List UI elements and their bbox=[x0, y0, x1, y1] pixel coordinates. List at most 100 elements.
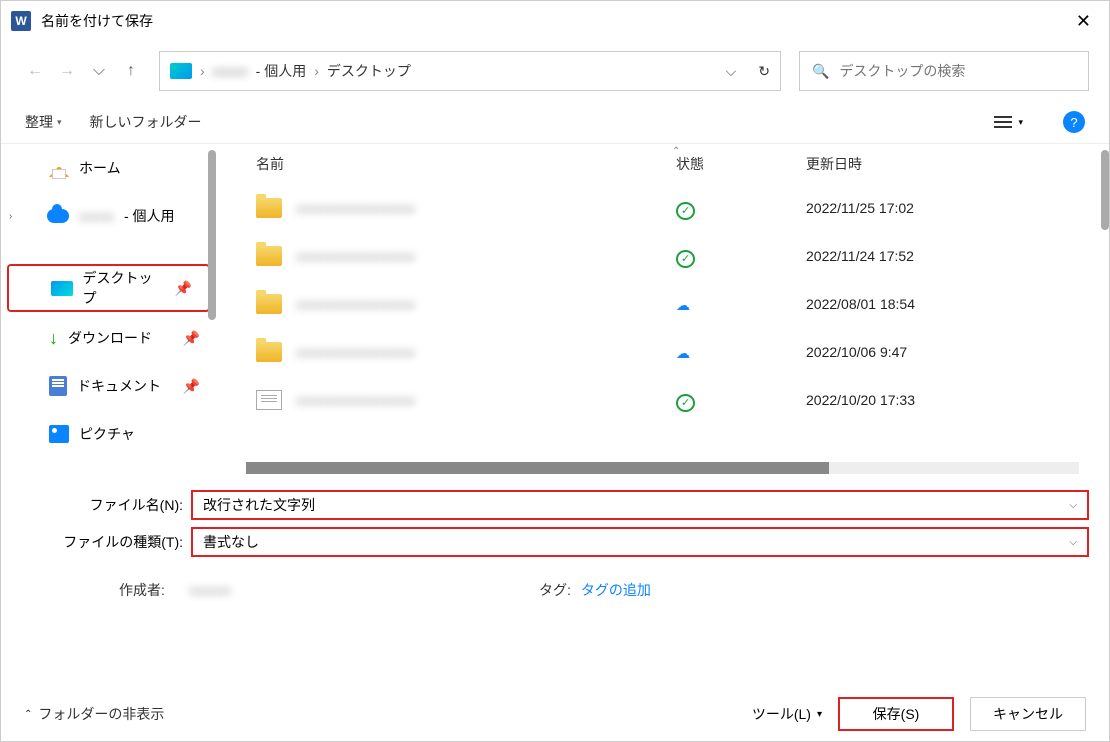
cancel-button[interactable]: キャンセル bbox=[970, 697, 1086, 731]
search-input[interactable] bbox=[839, 63, 1076, 79]
word-app-icon: W bbox=[11, 11, 31, 31]
sidebar-item-label: ドキュメント bbox=[77, 376, 161, 396]
search-icon: 🔍 bbox=[812, 63, 829, 80]
title-bar: W 名前を付けて保存 ✕ bbox=[1, 1, 1109, 41]
filetype-dropdown-icon[interactable]: ⌵ bbox=[1069, 537, 1077, 548]
search-box[interactable]: 🔍 bbox=[799, 51, 1089, 91]
back-button[interactable]: ← bbox=[21, 57, 49, 85]
filetype-select-wrap: 書式なし ⌵ bbox=[191, 527, 1089, 557]
file-date: 2022/10/20 17:33 bbox=[806, 392, 1109, 408]
meta-row: 作成者: xxxxxx タグ: タグの追加 bbox=[1, 572, 1109, 608]
address-dropdown-icon[interactable]: ⌵ bbox=[726, 63, 737, 80]
table-row[interactable]: xxxxxxxxxxxxxxxxx☁2022/10/06 9:47 bbox=[216, 328, 1109, 376]
list-view-icon bbox=[994, 116, 1012, 128]
folder-icon bbox=[256, 294, 282, 314]
expand-chevron-icon[interactable]: › bbox=[9, 211, 12, 222]
column-headers: 名前 状態 更新日時 bbox=[216, 144, 1109, 184]
horizontal-scrollbar[interactable] bbox=[246, 462, 1079, 474]
desktop-icon bbox=[51, 281, 73, 296]
dialog-title: 名前を付けて保存 bbox=[41, 11, 153, 31]
folder-icon bbox=[256, 246, 282, 266]
filename-input[interactable] bbox=[203, 497, 1069, 513]
filename-input-wrap: ⌵ bbox=[191, 490, 1089, 520]
header-state[interactable]: 状態 bbox=[676, 154, 806, 174]
sidebar-item-desktop[interactable]: デスクトップ 📌 bbox=[7, 264, 210, 312]
recent-chevron-icon[interactable]: ⌵ bbox=[85, 57, 113, 85]
state-cell: ✓ bbox=[676, 246, 806, 267]
document-icon bbox=[49, 376, 67, 396]
sidebar-item-home[interactable]: ホーム bbox=[1, 144, 216, 192]
sidebar: ホーム › xxxxx - 個人用 デスクトップ 📌 ↓ ダウンロード 📌 ドキ… bbox=[1, 144, 216, 474]
nav-row: ← → ⌵ ↑ › xxxxx - 個人用 › デスクトップ ⌵ ↻ 🔍 bbox=[1, 41, 1109, 101]
address-bar[interactable]: › xxxxx - 個人用 › デスクトップ ⌵ ↻ bbox=[159, 51, 781, 91]
refresh-icon[interactable]: ↻ bbox=[758, 63, 770, 80]
file-name: xxxxxxxxxxxxxxxxx bbox=[296, 248, 676, 264]
view-mode-button[interactable]: ▾ bbox=[994, 116, 1023, 128]
header-modified[interactable]: 更新日時 bbox=[806, 154, 1109, 174]
file-icon bbox=[256, 390, 282, 410]
file-date: 2022/10/06 9:47 bbox=[806, 344, 1109, 360]
state-cell: ✓ bbox=[676, 390, 806, 411]
toolbar: 整理▾ 新しいフォルダー ▾ ? bbox=[1, 101, 1109, 144]
sidebar-scrollbar[interactable] bbox=[208, 150, 216, 320]
vertical-scrollbar[interactable] bbox=[1101, 150, 1109, 230]
tools-dropdown[interactable]: ツール(L)▾ bbox=[752, 704, 822, 724]
pin-icon[interactable]: 📌 bbox=[183, 330, 200, 347]
footer: ⌃フォルダーの非表示 ツール(L)▾ 保存(S) キャンセル bbox=[0, 686, 1110, 742]
file-date: 2022/08/01 18:54 bbox=[806, 296, 1109, 312]
sidebar-item-pictures[interactable]: ピクチャ bbox=[1, 410, 216, 458]
tag-label: タグ: bbox=[539, 580, 571, 600]
breadcrumb-user-suffix[interactable]: - 個人用 bbox=[256, 61, 307, 81]
pin-icon[interactable]: 📌 bbox=[175, 280, 192, 297]
synced-icon: ✓ bbox=[676, 394, 695, 412]
sidebar-onedrive-user: xxxxx bbox=[79, 208, 114, 224]
file-date: 2022/11/25 17:02 bbox=[806, 200, 1109, 216]
save-button[interactable]: 保存(S) bbox=[838, 697, 954, 731]
state-cell: ☁ bbox=[676, 342, 806, 363]
pc-icon bbox=[170, 63, 192, 79]
sidebar-item-downloads[interactable]: ↓ ダウンロード 📌 bbox=[1, 314, 216, 362]
download-icon: ↓ bbox=[49, 328, 58, 349]
sidebar-item-onedrive[interactable]: › xxxxx - 個人用 bbox=[1, 192, 216, 240]
file-date: 2022/11/24 17:52 bbox=[806, 248, 1109, 264]
organize-button[interactable]: 整理▾ bbox=[25, 112, 62, 132]
table-row[interactable]: xxxxxxxxxxxxxxxxx✓ 2022/10/20 17:33 bbox=[216, 376, 1109, 424]
file-name: xxxxxxxxxxxxxxxxx bbox=[296, 200, 676, 216]
synced-icon: ✓ bbox=[676, 202, 695, 220]
filetype-select[interactable]: 書式なし bbox=[203, 532, 1069, 552]
sidebar-item-label: ピクチャ bbox=[79, 424, 135, 444]
filename-dropdown-icon[interactable]: ⌵ bbox=[1069, 500, 1077, 511]
forward-button[interactable]: → bbox=[53, 57, 81, 85]
folder-icon bbox=[256, 342, 282, 362]
onedrive-icon bbox=[47, 209, 69, 223]
sidebar-item-label: デスクトップ bbox=[83, 268, 165, 308]
file-name: xxxxxxxxxxxxxxxxx bbox=[296, 392, 676, 408]
hide-folders-button[interactable]: ⌃フォルダーの非表示 bbox=[24, 704, 164, 724]
filename-label: ファイル名(N): bbox=[21, 495, 191, 515]
table-row[interactable]: xxxxxxxxxxxxxxxxx✓2022/11/24 17:52 bbox=[216, 232, 1109, 280]
file-name: xxxxxxxxxxxxxxxxx bbox=[296, 296, 676, 312]
column-resize-icon[interactable]: ⌃ bbox=[672, 146, 680, 157]
state-cell: ✓ bbox=[676, 198, 806, 219]
filetype-label: ファイルの種類(T): bbox=[21, 532, 191, 552]
breadcrumb-user[interactable]: xxxxx bbox=[213, 63, 248, 79]
pictures-icon bbox=[49, 425, 69, 443]
breadcrumb-location[interactable]: デスクトップ bbox=[327, 61, 411, 81]
help-icon[interactable]: ? bbox=[1063, 111, 1085, 133]
header-name[interactable]: 名前 bbox=[256, 154, 676, 174]
new-folder-button[interactable]: 新しいフォルダー bbox=[90, 112, 202, 132]
up-button[interactable]: ↑ bbox=[117, 57, 145, 85]
sidebar-item-label: - 個人用 bbox=[124, 206, 175, 226]
sidebar-item-documents[interactable]: ドキュメント 📌 bbox=[1, 362, 216, 410]
table-row[interactable]: xxxxxxxxxxxxxxxxx✓ 2022/11/25 17:02 bbox=[216, 184, 1109, 232]
breadcrumb-sep: › bbox=[200, 63, 205, 79]
sidebar-item-label: ホーム bbox=[79, 158, 121, 178]
table-row[interactable]: xxxxxxxxxxxxxxxxx☁2022/08/01 18:54 bbox=[216, 280, 1109, 328]
state-cell: ☁ bbox=[676, 294, 806, 315]
pin-icon[interactable]: 📌 bbox=[183, 378, 200, 395]
folder-icon bbox=[256, 198, 282, 218]
add-tag-link[interactable]: タグの追加 bbox=[581, 580, 651, 600]
close-icon[interactable]: ✕ bbox=[1068, 7, 1099, 36]
file-name: xxxxxxxxxxxxxxxxx bbox=[296, 344, 676, 360]
breadcrumb-sep: › bbox=[314, 63, 319, 79]
